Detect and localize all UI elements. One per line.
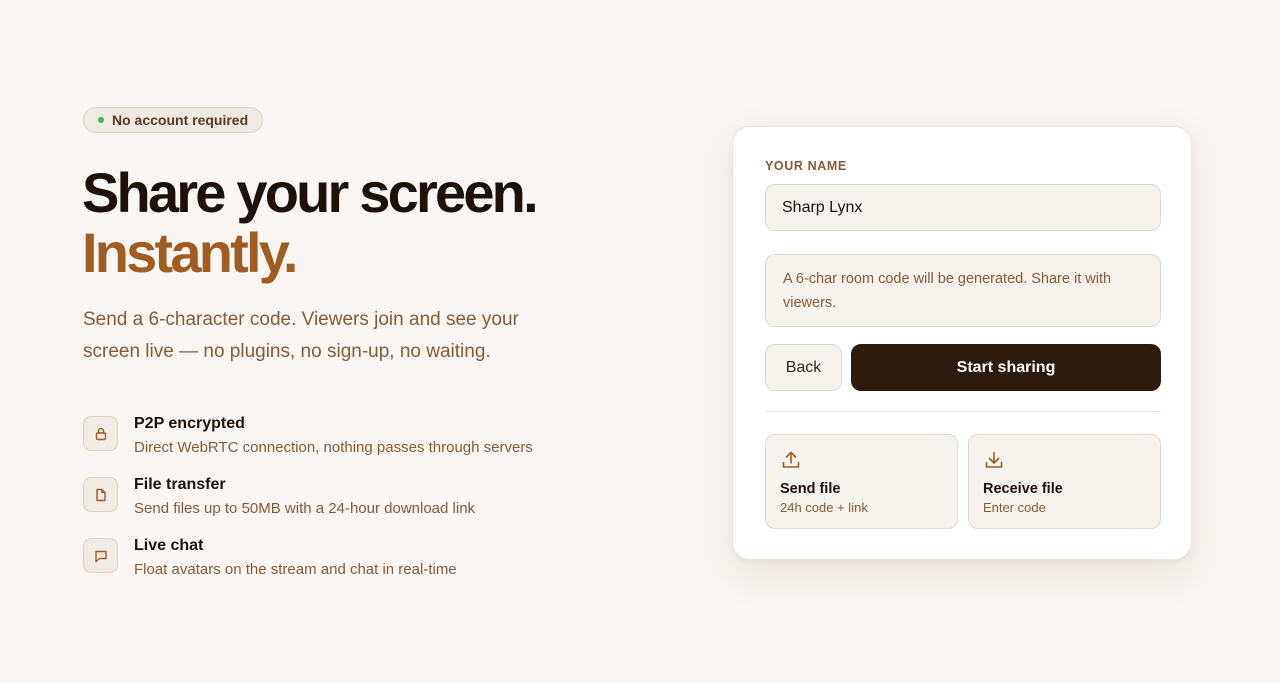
file-icon <box>83 477 118 512</box>
send-file-title: Send file <box>780 481 841 497</box>
send-file-button[interactable]: Send file 24h code + link <box>765 434 958 529</box>
feature-item-live-chat: Live chat Float avatars on the stream an… <box>83 536 603 597</box>
divider <box>765 411 1161 412</box>
upload-icon <box>782 451 800 468</box>
share-card: YOUR NAME A 6-char room code will be gen… <box>732 126 1192 560</box>
feature-item-file-transfer: File transfer Send files up to 50MB with… <box>83 475 603 536</box>
feature-title: Live chat <box>134 537 204 554</box>
chat-icon <box>83 538 118 573</box>
send-file-subtitle: 24h code + link <box>780 500 868 515</box>
headline-line-2: Instantly. <box>82 221 298 284</box>
feature-description: Send files up to 50MB with a 24-hour dow… <box>134 500 476 517</box>
feature-title: File transfer <box>134 476 226 493</box>
no-account-badge: No account required <box>83 107 264 133</box>
room-code-info: A 6-char room code will be generated. Sh… <box>765 254 1161 327</box>
receive-file-title: Receive file <box>983 481 1063 497</box>
feature-item-p2p: P2P encrypted Direct WebRTC connection, … <box>83 414 603 475</box>
name-input[interactable] <box>765 184 1161 231</box>
feature-description: Float avatars on the stream and chat in … <box>134 561 457 578</box>
headline-line-1: Share your screen. <box>82 161 539 224</box>
hero-description: Send a 6-character code. Viewers join an… <box>83 309 519 362</box>
feature-description: Direct WebRTC connection, nothing passes… <box>134 439 533 456</box>
back-button[interactable]: Back <box>765 344 842 391</box>
receive-file-button[interactable]: Receive file Enter code <box>968 434 1161 529</box>
start-sharing-button[interactable]: Start sharing <box>851 344 1161 391</box>
name-label: YOUR NAME <box>765 159 847 173</box>
lock-icon <box>83 416 118 451</box>
hero-headline: Share your screen. Instantly. <box>82 161 539 284</box>
download-icon <box>985 451 1003 468</box>
badge-label: No account required <box>112 112 249 128</box>
feature-list: P2P encrypted Direct WebRTC connection, … <box>83 414 603 597</box>
feature-title: P2P encrypted <box>134 415 245 432</box>
status-dot <box>98 117 104 123</box>
receive-file-subtitle: Enter code <box>983 500 1046 515</box>
